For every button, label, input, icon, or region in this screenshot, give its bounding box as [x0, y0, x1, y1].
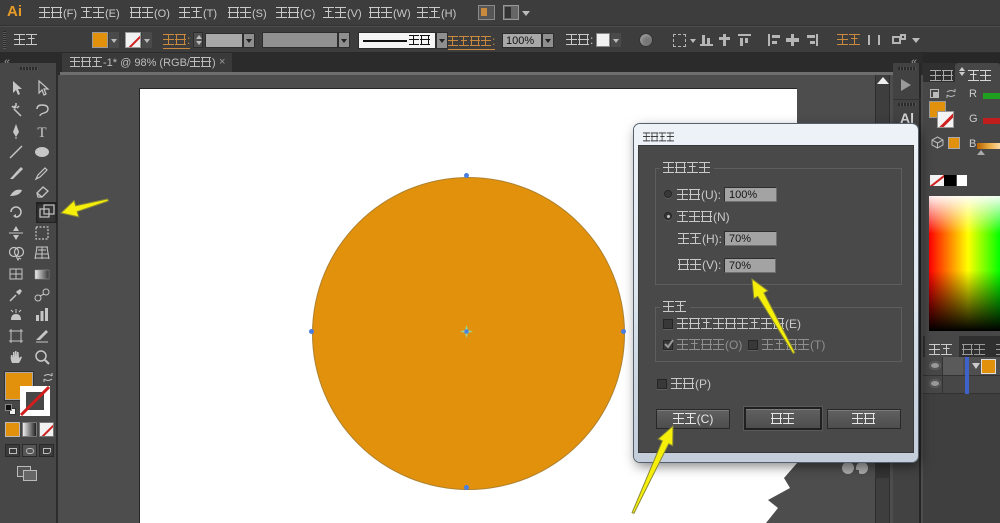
- svg-text:T: T: [37, 125, 46, 141]
